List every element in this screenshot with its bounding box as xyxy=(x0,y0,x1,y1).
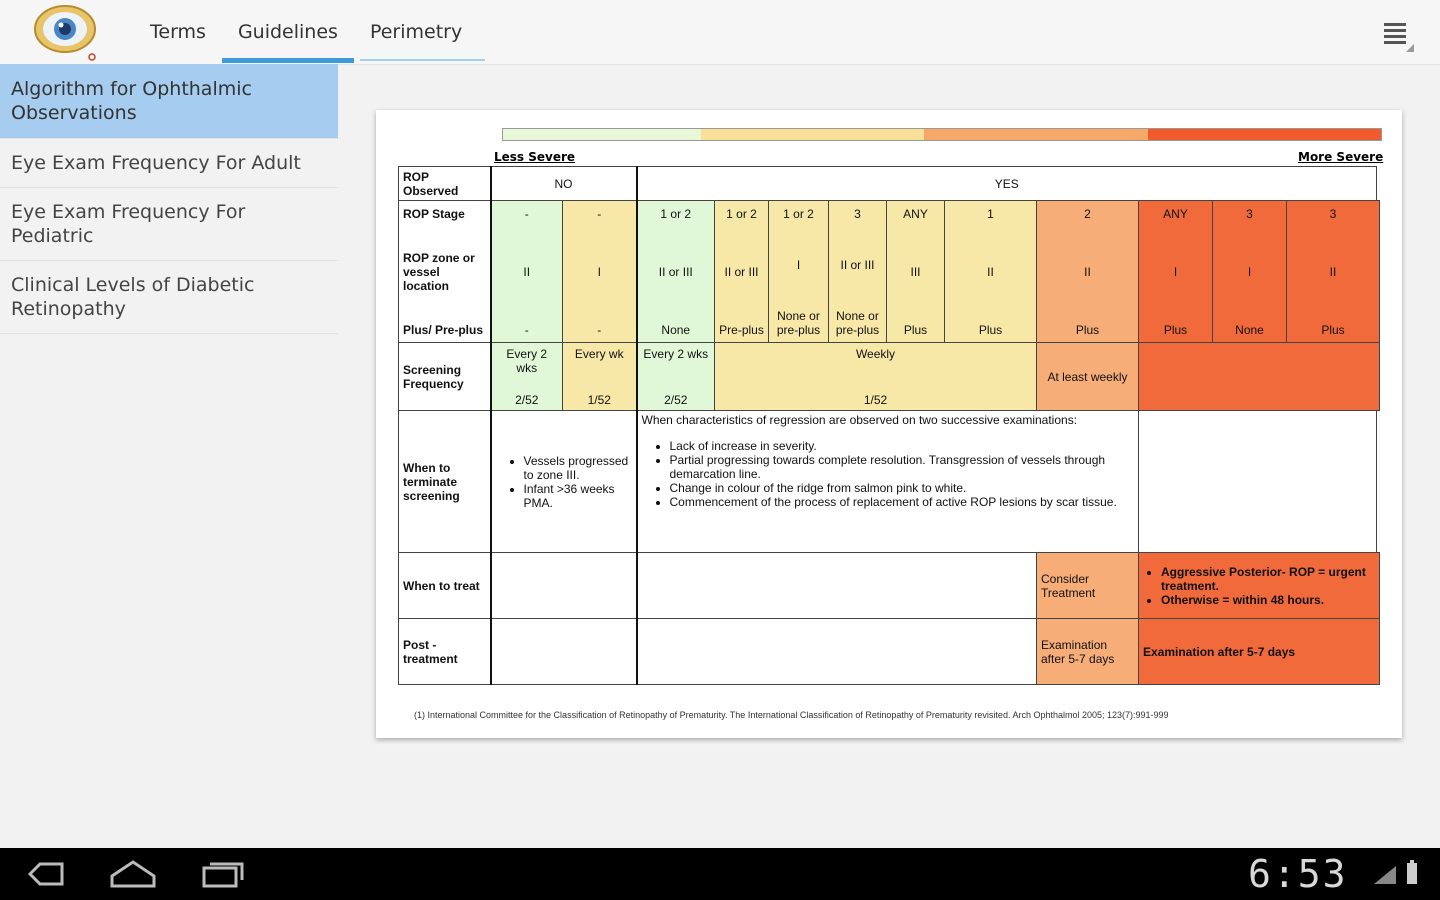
recent-apps-icon[interactable] xyxy=(198,856,248,892)
more-severe-label: More Severe xyxy=(1298,150,1384,164)
column-cell: 3 I None xyxy=(1212,200,1287,343)
column-cell: 1 II Plus xyxy=(944,200,1037,343)
tab-perimetry-label: Perimetry xyxy=(369,21,463,43)
column-cell: 1 or 2 II or III Pre-plus xyxy=(714,200,769,343)
column-cell: 1 or 2 I None or pre-plus xyxy=(768,200,829,343)
sidebar-item-adult-exam[interactable]: Eye Exam Frequency For Adult xyxy=(0,139,338,188)
tab-bar: Terms Guidelines Perimetry xyxy=(134,0,478,64)
sidebar: Algorithm for Ophthalmic Observations Ey… xyxy=(0,64,338,334)
sidebar-item-pediatric-exam[interactable]: Eye Exam Frequency For Pediatric xyxy=(0,188,338,261)
post-yes-empty xyxy=(636,618,1037,685)
sidebar-item-label: Eye Exam Frequency For Adult xyxy=(11,152,301,174)
rop-algorithm-table: ROP Observed NO YES ROP Stage ROP zone o… xyxy=(398,166,1380,685)
treat-no-empty xyxy=(490,552,638,619)
post-no-empty xyxy=(490,618,638,685)
row-header-terminate: When to terminate screening xyxy=(398,410,492,553)
terminate-empty xyxy=(1137,410,1378,553)
treat-urgent: Aggressive Posterior- ROP = urgent treat… xyxy=(1138,552,1380,619)
tab-guidelines-label: Guidelines xyxy=(237,21,338,43)
post-exam-red: Examination after 5-7 days xyxy=(1138,618,1380,685)
sidebar-item-label: Algorithm for Ophthalmic Observations xyxy=(11,78,252,124)
less-severe-label: Less Severe xyxy=(494,150,576,164)
severity-gradient-bar xyxy=(502,128,1382,141)
row-header-treat: When to treat xyxy=(398,552,492,619)
sidebar-item-diabetic-retinopathy[interactable]: Clinical Levels of Diabetic Retinopathy xyxy=(0,261,338,334)
sidebar-item-algorithm[interactable]: Algorithm for Ophthalmic Observations xyxy=(0,64,338,139)
home-icon[interactable] xyxy=(108,856,158,892)
action-bar: Terms Guidelines Perimetry xyxy=(0,0,1440,65)
sidebar-item-label: Clinical Levels of Diabetic Retinopathy xyxy=(11,274,255,320)
column-cell: -I- xyxy=(562,200,638,343)
eye-logo-icon[interactable] xyxy=(30,2,100,62)
battery-icon xyxy=(1407,860,1417,884)
terminate-no-cell: Vessels progressed to zone III. Infant >… xyxy=(490,410,638,553)
screening-weekly: Weekly 1/52 xyxy=(714,342,1037,411)
footnote: (1) International Committee for the Clas… xyxy=(414,710,1169,720)
terminate-yes-cell: When characteristics of regression are o… xyxy=(636,410,1139,553)
column-cell: 3 II Plus xyxy=(1286,200,1380,343)
row-header-plus: Plus/ Pre-plus xyxy=(403,322,484,337)
treat-consider: Consider Treatment xyxy=(1036,552,1139,619)
row-header-stage-zone-plus: ROP Stage ROP zone or vessel location Pl… xyxy=(398,200,492,343)
tab-terms-label: Terms xyxy=(150,21,206,43)
observed-yes: YES xyxy=(635,166,1378,201)
tab-perimetry[interactable]: Perimetry xyxy=(354,0,478,64)
screening-red-empty xyxy=(1138,342,1380,411)
row-header-rop-stage: ROP Stage xyxy=(403,206,465,221)
row-header-screening: Screening Frequency xyxy=(398,342,492,411)
column-cell: 3 II or III None or pre-plus xyxy=(828,200,887,343)
signal-icon xyxy=(1374,866,1396,884)
tab-indicator xyxy=(360,59,485,61)
screening-cell: Every 2 wks 2/52 xyxy=(490,342,563,411)
row-header-post: Post - treatment xyxy=(398,618,492,685)
row-header-rop-observed: ROP Observed xyxy=(398,166,492,201)
column-cell: 2 II Plus xyxy=(1036,200,1139,343)
back-icon[interactable] xyxy=(20,856,68,892)
post-exam-orange: Examination after 5-7 days xyxy=(1036,618,1139,685)
observed-no: NO xyxy=(490,166,638,201)
column-cell: ANY III Plus xyxy=(886,200,945,343)
tab-terms[interactable]: Terms xyxy=(134,0,222,64)
system-navigation-bar xyxy=(0,848,1440,900)
status-clock: 6:53 xyxy=(1248,852,1348,896)
screening-cell: Every wk 1/52 xyxy=(562,342,638,411)
column-cell: 1 or 2 II or III None xyxy=(636,200,715,343)
row-header-rop-zone: ROP zone or vessel location xyxy=(403,250,475,293)
rop-algorithm-card: Less Severe More Severe ROP Observed NO … xyxy=(376,110,1402,738)
treat-yes-empty xyxy=(636,552,1037,619)
column-cell: - II - xyxy=(490,200,563,343)
sidebar-item-label: Eye Exam Frequency For Pediatric xyxy=(11,201,246,247)
screening-at-least-weekly: At least weekly xyxy=(1036,342,1139,411)
screening-cell: Every 2 wks 2/52 xyxy=(636,342,715,411)
tab-guidelines[interactable]: Guidelines xyxy=(221,0,354,64)
column-cell: ANY I Plus xyxy=(1138,200,1213,343)
overflow-menu-icon[interactable] xyxy=(1376,14,1416,54)
